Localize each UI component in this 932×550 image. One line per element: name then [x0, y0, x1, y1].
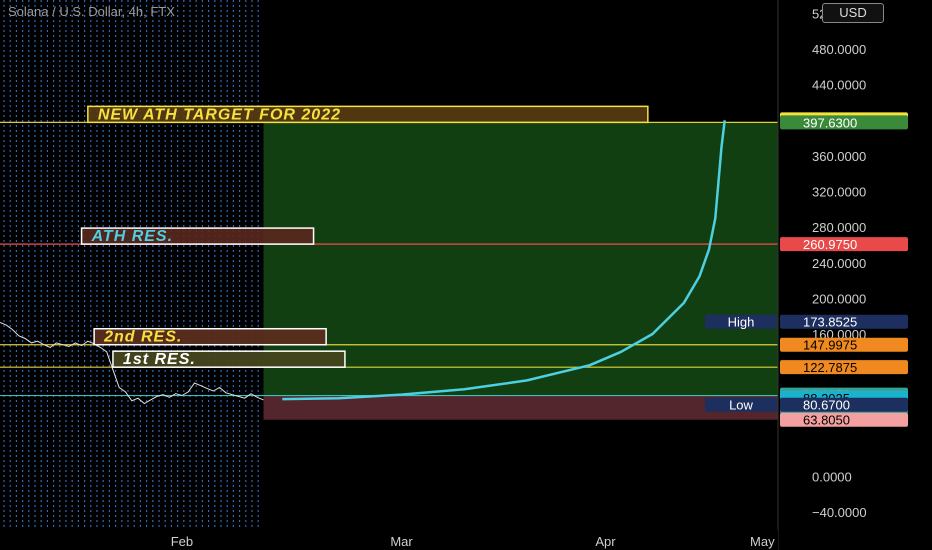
price-label-value: 122.7875 — [803, 360, 857, 375]
currency-button[interactable]: USD — [822, 3, 884, 23]
annotation-label: NEW ATH TARGET FOR 2022 — [98, 106, 341, 123]
annotation-label: ATH RES. — [91, 228, 173, 245]
price-label-value: 397.6300 — [803, 115, 857, 130]
time-axis[interactable]: Feb Mar Apr May — [0, 530, 778, 550]
chart-title: Solana / U.S. Dollar, 4h, FTX — [8, 4, 175, 19]
price-label-value: 173.8525 — [803, 315, 857, 330]
chart-svg[interactable]: NEW ATH TARGET FOR 2022 ATH RES. 2nd RES. 1… — [0, 0, 932, 550]
x-tick-label: Feb — [171, 534, 193, 549]
y-tick-label: 360.0000 — [812, 149, 866, 164]
price-tag-label: Low — [729, 398, 753, 413]
price-tag-label: High — [728, 315, 755, 330]
price-label-value: 63.8050 — [803, 413, 850, 428]
y-tick-label: 240.0000 — [812, 256, 866, 271]
y-tick-label: 440.0000 — [812, 78, 866, 93]
price-label-value: 147.9975 — [803, 338, 857, 353]
price-label-value: 80.6700 — [803, 398, 850, 413]
x-tick-label: Apr — [595, 534, 616, 549]
y-tick-label: 0.0000 — [812, 470, 852, 485]
price-label-value: 260.9750 — [803, 237, 857, 252]
x-tick-label: May — [750, 534, 775, 549]
y-tick-label: −40.0000 — [812, 505, 867, 520]
annotation-label: 2nd RES. — [103, 329, 182, 346]
annotation-label: 1st RES. — [123, 351, 196, 368]
x-tick-label: Mar — [390, 534, 413, 549]
y-tick-label: 280.0000 — [812, 220, 866, 235]
y-tick-label: 320.0000 — [812, 185, 866, 200]
y-tick-label: 200.0000 — [812, 291, 866, 306]
time-axis-bg — [0, 530, 778, 550]
y-tick-label: 480.0000 — [812, 42, 866, 57]
